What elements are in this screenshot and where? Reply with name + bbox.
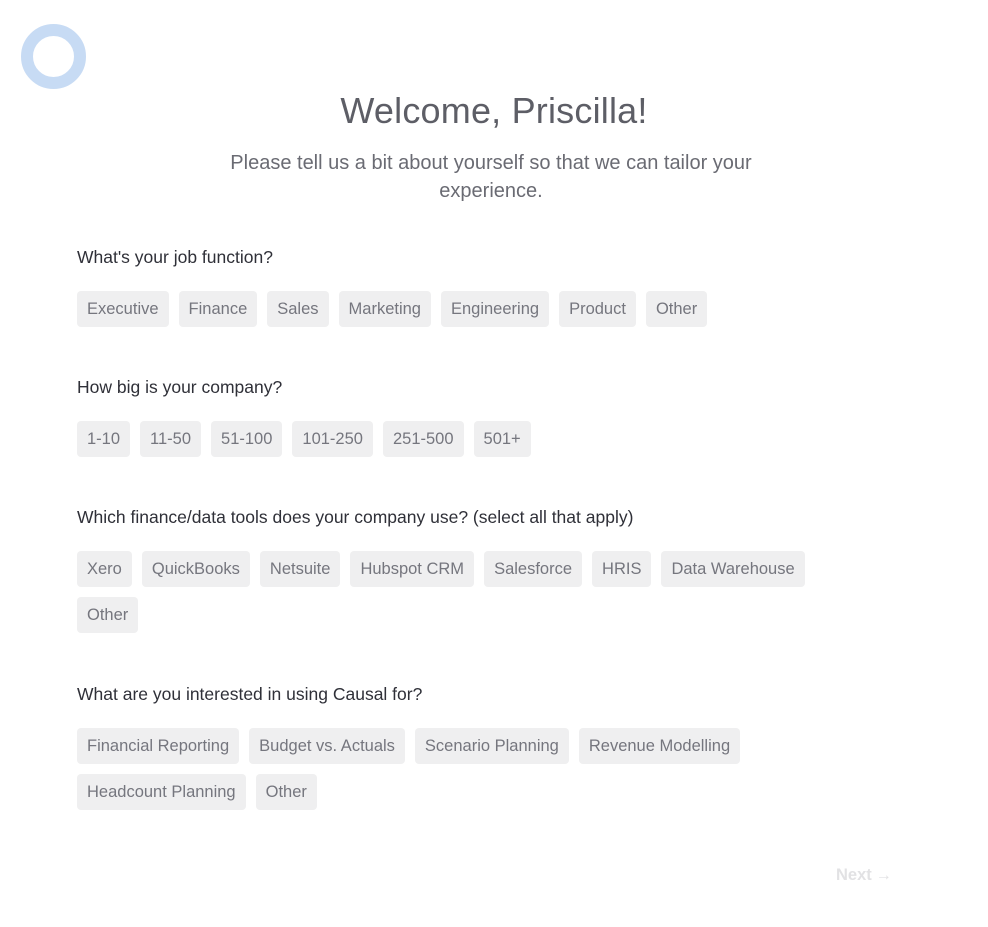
option-chip[interactable]: Finance bbox=[178, 291, 258, 327]
option-chip[interactable]: 251-500 bbox=[382, 421, 464, 457]
job-function-options: Executive Finance Sales Marketing Engineerin… bbox=[77, 291, 837, 327]
question-label: What's your job function? bbox=[77, 247, 273, 267]
option-chip[interactable]: Budget vs. Actuals bbox=[249, 728, 405, 764]
option-chip[interactable]: Hubspot CRM bbox=[350, 551, 475, 587]
option-chip[interactable]: Scenario Planning bbox=[414, 728, 569, 764]
question-label: Which finance/data tools does your compa… bbox=[77, 507, 634, 527]
option-chip[interactable]: Marketing bbox=[338, 291, 431, 327]
option-chip[interactable]: 51-100 bbox=[211, 421, 283, 457]
option-chip[interactable]: Engineering bbox=[440, 291, 550, 327]
interests-options: Financial Reporting Budget vs. Actuals Sce… bbox=[77, 728, 837, 810]
page-title: Welcome, Priscilla! bbox=[340, 90, 648, 131]
option-chip[interactable]: HRIS bbox=[592, 551, 652, 587]
question-label: How big is your company? bbox=[77, 377, 283, 397]
option-chip[interactable]: Executive bbox=[77, 291, 169, 327]
option-chip[interactable]: 11-50 bbox=[140, 421, 202, 457]
question-label: What are you interested in using Causal … bbox=[77, 684, 423, 704]
option-chip[interactable]: 501+ bbox=[473, 421, 531, 457]
option-chip[interactable]: Xero bbox=[77, 551, 132, 587]
option-chip[interactable]: 1-10 bbox=[77, 421, 131, 457]
option-chip[interactable]: Data Warehouse bbox=[661, 551, 805, 587]
option-chip[interactable]: Netsuite bbox=[259, 551, 341, 587]
next-button[interactable]: Next → bbox=[836, 866, 892, 885]
option-chip[interactable]: Other bbox=[645, 291, 708, 327]
job-function-section: What's your job function? Executive Finan… bbox=[77, 245, 907, 327]
logo-ring-icon bbox=[21, 24, 86, 89]
arrow-right-icon: → bbox=[875, 866, 892, 884]
option-chip[interactable]: Financial Reporting bbox=[77, 728, 240, 764]
option-chip[interactable]: QuickBooks bbox=[141, 551, 250, 587]
option-chip[interactable]: 101-250 bbox=[292, 421, 373, 457]
option-chip[interactable]: Salesforce bbox=[484, 551, 583, 587]
company-size-section: How big is your company? 1-10 11-50 51-100… bbox=[77, 375, 907, 457]
page-subtitle: Please tell us a bit about yourself so t… bbox=[230, 152, 752, 202]
tools-options: Xero QuickBooks Netsuite Hubspot CRM Salesfo… bbox=[77, 551, 837, 633]
option-chip[interactable]: Other bbox=[255, 774, 317, 810]
option-chip[interactable]: Headcount Planning bbox=[77, 774, 246, 810]
option-chip[interactable]: Product bbox=[559, 291, 636, 327]
option-chip[interactable]: Sales bbox=[267, 291, 329, 327]
next-label: Next bbox=[836, 866, 872, 884]
tools-section: Which finance/data tools does your compa… bbox=[77, 505, 907, 633]
option-chip[interactable]: Other bbox=[77, 597, 139, 633]
interests-section: What are you interested in using Causal … bbox=[77, 682, 907, 810]
option-chip[interactable]: Revenue Modelling bbox=[578, 728, 741, 764]
company-size-options: 1-10 11-50 51-100 101-250 251-500 501+ bbox=[77, 421, 837, 457]
